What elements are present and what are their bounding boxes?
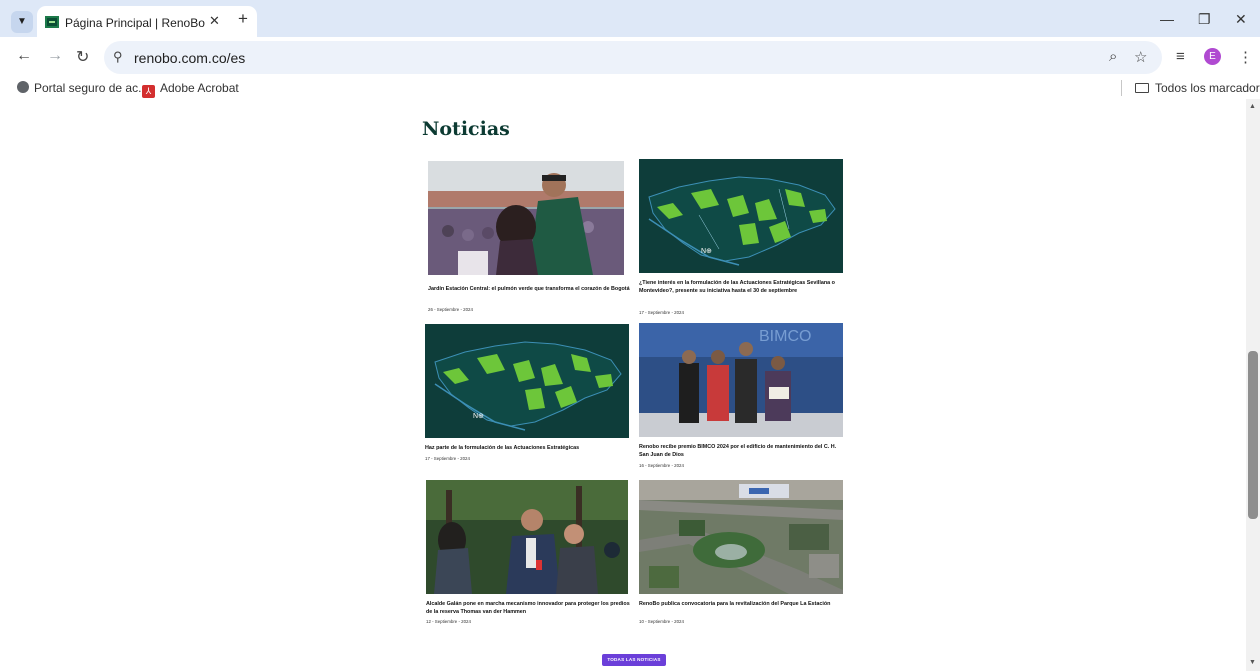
globe-icon xyxy=(17,81,29,93)
zoom-icon[interactable]: ⌕ xyxy=(1109,48,1117,65)
favicon-icon xyxy=(45,16,59,28)
bookmarks-bar: Portal seguro de ac... ⅄ Adobe Acrobat To… xyxy=(0,77,1260,99)
bookmark-portal[interactable]: Portal seguro de ac... xyxy=(17,81,148,95)
svg-text:N⊕: N⊕ xyxy=(701,248,712,255)
browser-tab[interactable]: Página Principal | RenoBo ✕ xyxy=(37,6,257,37)
bookmark-label: Portal seguro de ac... xyxy=(34,81,149,95)
reading-list-icon[interactable]: ≡ xyxy=(1176,48,1185,65)
site-info-icon[interactable]: ⚲ xyxy=(113,49,123,65)
bookmark-star-icon[interactable]: ☆ xyxy=(1134,48,1147,66)
scrollbar-thumb[interactable] xyxy=(1248,351,1258,519)
svg-text:BIMCO: BIMCO xyxy=(759,328,811,345)
reload-icon[interactable]: ↻ xyxy=(76,47,89,67)
back-icon[interactable]: ← xyxy=(16,47,32,65)
news-title[interactable]: ¿Tiene interés en la formulación de las … xyxy=(639,279,843,295)
section-title: Noticias xyxy=(422,118,510,140)
tab-title: Página Principal | RenoBo xyxy=(65,16,205,30)
news-title[interactable]: Haz parte de la formulación de las Actua… xyxy=(425,444,629,452)
new-tab-button[interactable]: + xyxy=(238,10,248,27)
scroll-up-icon[interactable]: ▲ xyxy=(1249,103,1256,110)
news-date: 12 - Septiembre - 2024 xyxy=(426,619,471,624)
address-bar[interactable]: ⚲ renobo.com.co/es ⌕ ☆ xyxy=(104,41,1162,74)
minimize-button[interactable]: — xyxy=(1160,11,1174,27)
close-window-button[interactable]: ✕ xyxy=(1235,11,1247,28)
news-image-press[interactable] xyxy=(426,480,630,594)
browser-toolbar: ← → ↻ ⚲ renobo.com.co/es ⌕ ☆ ≡ E ⋮ xyxy=(0,37,1260,77)
tab-search-button[interactable]: ▼ xyxy=(11,11,33,33)
news-image-aerial[interactable] xyxy=(639,480,843,594)
news-title[interactable]: Alcalde Galán pone en marcha mecanismo i… xyxy=(426,600,630,616)
news-image-award[interactable]: BIMCO xyxy=(639,323,843,437)
svg-text:N⊕: N⊕ xyxy=(473,413,484,420)
news-date: 10 - Septiembre - 2024 xyxy=(639,619,684,624)
profile-avatar[interactable]: E xyxy=(1204,48,1221,65)
tab-close-button[interactable]: ✕ xyxy=(209,13,220,29)
news-date: 17 - Septiembre - 2024 xyxy=(639,310,684,315)
scroll-down-icon[interactable]: ▼ xyxy=(1249,659,1256,666)
menu-icon[interactable]: ⋮ xyxy=(1238,48,1253,66)
page-scrollbar[interactable]: ▲ ▼ xyxy=(1246,99,1260,671)
all-bookmarks-button[interactable]: Todos los marcadores xyxy=(1135,81,1260,95)
url-text[interactable]: renobo.com.co/es xyxy=(134,50,245,66)
news-image-map[interactable]: N⊕ xyxy=(639,159,843,273)
all-bookmarks-label: Todos los marcadores xyxy=(1155,81,1260,95)
news-date: 26 - Septiembre - 2024 xyxy=(428,307,473,312)
forward-icon[interactable]: → xyxy=(47,47,63,65)
restore-button[interactable]: ❐ xyxy=(1198,11,1211,28)
page-content: Noticias Jardín Estación Central: el pul… xyxy=(0,99,1246,671)
news-title[interactable]: RenoBo publica convocatoria para la revi… xyxy=(639,600,843,608)
bookmark-acrobat[interactable]: ⅄ Adobe Acrobat xyxy=(142,81,239,98)
news-image-map[interactable]: N⊕ xyxy=(425,324,629,438)
tab-strip: ▼ Página Principal | RenoBo ✕ + — ❐ ✕ xyxy=(0,0,1260,37)
all-news-button[interactable]: TODAS LAS NOTICIAS xyxy=(602,654,666,666)
news-date: 17 - Septiembre - 2024 xyxy=(425,456,470,461)
bookmark-label: Adobe Acrobat xyxy=(160,81,239,95)
news-title[interactable]: Jardín Estación Central: el pulmón verde… xyxy=(428,285,632,293)
bookmarks-separator xyxy=(1121,80,1122,96)
news-date: 16 - Septiembre - 2024 xyxy=(639,463,684,468)
folder-icon xyxy=(1135,83,1149,93)
pdf-icon: ⅄ xyxy=(142,85,155,98)
news-image-ceremony[interactable] xyxy=(428,161,632,275)
news-title[interactable]: Renobo recibe premio BIMCO 2024 por el e… xyxy=(639,443,843,459)
